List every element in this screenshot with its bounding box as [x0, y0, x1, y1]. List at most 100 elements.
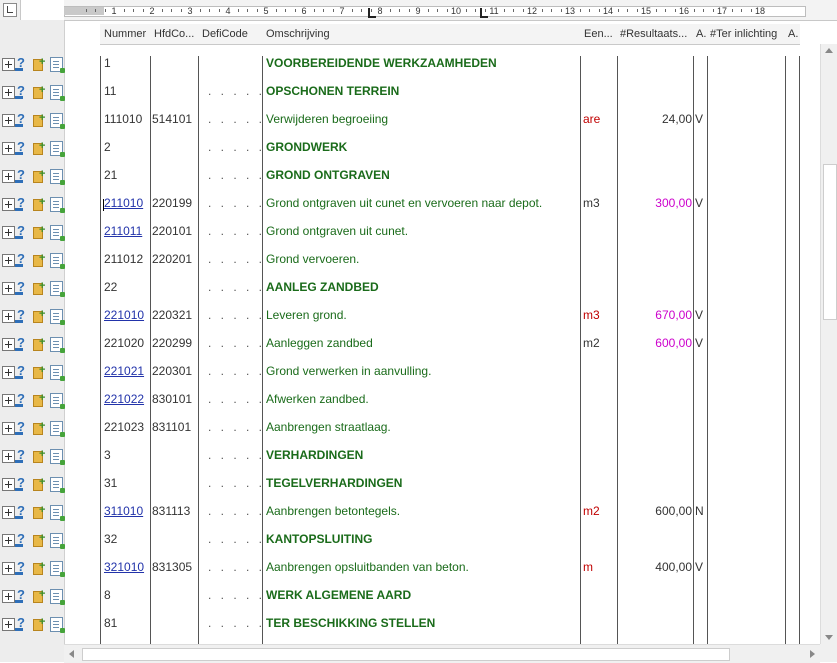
add-item-icon[interactable]: +: [33, 421, 46, 435]
table-row[interactable]: ? +3. . . . . VERHARDINGEN: [0, 442, 837, 470]
expand-icon[interactable]: [2, 562, 15, 575]
expand-icon[interactable]: [2, 198, 15, 211]
col-header-hfdcode[interactable]: HfdCo...: [154, 28, 196, 40]
document-edit-icon[interactable]: [50, 505, 65, 521]
document-edit-icon[interactable]: [50, 197, 65, 213]
col-header-nummer[interactable]: Nummer: [104, 28, 149, 40]
cell-nummer[interactable]: 221022: [104, 392, 144, 406]
col-header-deficode[interactable]: DefiCode: [202, 28, 258, 40]
table-row[interactable]: ? +221010 220321. . . . . Leveren grond. m3 6…: [0, 302, 837, 330]
help-icon[interactable]: ?: [15, 196, 25, 211]
expand-icon[interactable]: [2, 114, 15, 127]
table-row[interactable]: ? +32. . . . . KANTOPSLUITING: [0, 526, 837, 554]
expand-icon[interactable]: [2, 534, 15, 547]
help-icon[interactable]: ?: [15, 448, 25, 463]
table-row[interactable]: ? +221021 220301. . . . . Grond verwerken i…: [0, 358, 837, 386]
document-edit-icon[interactable]: [50, 393, 65, 409]
help-icon[interactable]: ?: [15, 84, 25, 99]
help-icon[interactable]: ?: [15, 364, 25, 379]
expand-icon[interactable]: [2, 422, 15, 435]
add-item-icon[interactable]: +: [33, 393, 46, 407]
expand-icon[interactable]: [2, 226, 15, 239]
expand-icon[interactable]: [2, 58, 15, 71]
help-icon[interactable]: ?: [15, 140, 25, 155]
document-edit-icon[interactable]: [50, 113, 65, 129]
col-header-terinlichting[interactable]: #Ter inlichting: [710, 28, 788, 40]
document-edit-icon[interactable]: [50, 141, 65, 157]
table-row[interactable]: ? +81. . . . . TER BESCHIKKING STELLEN: [0, 610, 837, 638]
add-item-icon[interactable]: +: [33, 365, 46, 379]
document-edit-icon[interactable]: [50, 477, 65, 493]
expand-icon[interactable]: [2, 618, 15, 631]
expand-icon[interactable]: [2, 86, 15, 99]
ruler-corner-tab-selector[interactable]: [0, 0, 21, 21]
cell-nummer[interactable]: 311010: [104, 504, 143, 518]
help-icon[interactable]: ?: [15, 336, 25, 351]
table-row[interactable]: ? +31. . . . . TEGELVERHARDINGEN: [0, 470, 837, 498]
help-icon[interactable]: ?: [15, 420, 25, 435]
document-edit-icon[interactable]: [50, 421, 65, 437]
document-edit-icon[interactable]: [50, 449, 65, 465]
expand-icon[interactable]: [2, 310, 15, 323]
document-edit-icon[interactable]: [50, 589, 65, 605]
document-edit-icon[interactable]: [50, 85, 65, 101]
help-icon[interactable]: ?: [15, 560, 25, 575]
col-header-eenheid[interactable]: Een...: [584, 28, 618, 40]
table-row[interactable]: ? +21. . . . . GROND ONTGRAVEN: [0, 162, 837, 190]
horizontal-scroll-thumb[interactable]: [82, 648, 730, 661]
help-icon[interactable]: ?: [15, 56, 25, 71]
document-edit-icon[interactable]: [50, 365, 65, 381]
document-edit-icon[interactable]: [50, 169, 65, 185]
document-edit-icon[interactable]: [50, 253, 65, 269]
table-row[interactable]: ? +321010 831305. . . . . Aanbrengen opslui…: [0, 554, 837, 582]
help-icon[interactable]: ?: [15, 616, 25, 631]
cell-nummer[interactable]: 211011: [104, 224, 142, 238]
help-icon[interactable]: ?: [15, 308, 25, 323]
table-row[interactable]: ? +111010 514101. . . . . Verwijderen begro…: [0, 106, 837, 134]
document-edit-icon[interactable]: [50, 337, 65, 353]
help-icon[interactable]: ?: [15, 168, 25, 183]
add-item-icon[interactable]: +: [33, 533, 46, 547]
add-item-icon[interactable]: +: [33, 85, 46, 99]
add-item-icon[interactable]: +: [33, 57, 46, 71]
table-row[interactable]: ? +11. . . . . OPSCHONEN TERREIN: [0, 78, 837, 106]
tab-stop-marker[interactable]: [368, 8, 376, 18]
col-header-omschrijving[interactable]: Omschrijving: [266, 28, 566, 40]
add-item-icon[interactable]: +: [33, 169, 46, 183]
add-item-icon[interactable]: +: [33, 617, 46, 631]
document-edit-icon[interactable]: [50, 533, 65, 549]
vertical-scroll-thumb[interactable]: [823, 164, 837, 320]
scroll-right-icon[interactable]: [810, 650, 815, 658]
add-item-icon[interactable]: +: [33, 281, 46, 295]
help-icon[interactable]: ?: [15, 224, 25, 239]
document-edit-icon[interactable]: [50, 225, 65, 241]
add-item-icon[interactable]: +: [33, 113, 46, 127]
expand-icon[interactable]: [2, 590, 15, 603]
help-icon[interactable]: ?: [15, 392, 25, 407]
cell-nummer[interactable]: 221010: [104, 308, 144, 322]
help-icon[interactable]: ?: [15, 476, 25, 491]
add-item-icon[interactable]: +: [33, 141, 46, 155]
table-row[interactable]: ? +1 VOORBEREIDENDE WERKZAAMHEDEN: [0, 50, 837, 78]
table-row[interactable]: ? +221022 830101. . . . . Afwerken zandbed.: [0, 386, 837, 414]
help-icon[interactable]: ?: [15, 280, 25, 295]
col-header-resultaat[interactable]: #Resultaats...: [620, 28, 692, 40]
cell-nummer[interactable]: 321010: [104, 560, 144, 574]
col-header-a1[interactable]: A.: [696, 28, 710, 40]
table-row[interactable]: ? +8. . . . . WERK ALGEMENE AARD: [0, 582, 837, 610]
expand-icon[interactable]: [2, 450, 15, 463]
tab-stop-marker[interactable]: [480, 8, 488, 18]
table-row[interactable]: ? +221023 831101. . . . . Aanbrengen straat…: [0, 414, 837, 442]
table-row[interactable]: ? +311010 831113. . . . . Aanbrengen betont…: [0, 498, 837, 526]
scroll-left-icon[interactable]: [69, 650, 74, 658]
expand-icon[interactable]: [2, 282, 15, 295]
add-item-icon[interactable]: +: [33, 225, 46, 239]
table-row[interactable]: ? +211012 220201. . . . . Grond vervoeren.: [0, 246, 837, 274]
add-item-icon[interactable]: +: [33, 477, 46, 491]
table-row[interactable]: ? +211010 220199. . . . . Grond ontgraven u…: [0, 190, 837, 218]
expand-icon[interactable]: [2, 254, 15, 267]
scroll-up-icon[interactable]: [825, 48, 833, 53]
document-edit-icon[interactable]: [50, 57, 65, 73]
expand-icon[interactable]: [2, 394, 15, 407]
table-row[interactable]: ? +221020 220299. . . . . Aanleggen zandbed…: [0, 330, 837, 358]
